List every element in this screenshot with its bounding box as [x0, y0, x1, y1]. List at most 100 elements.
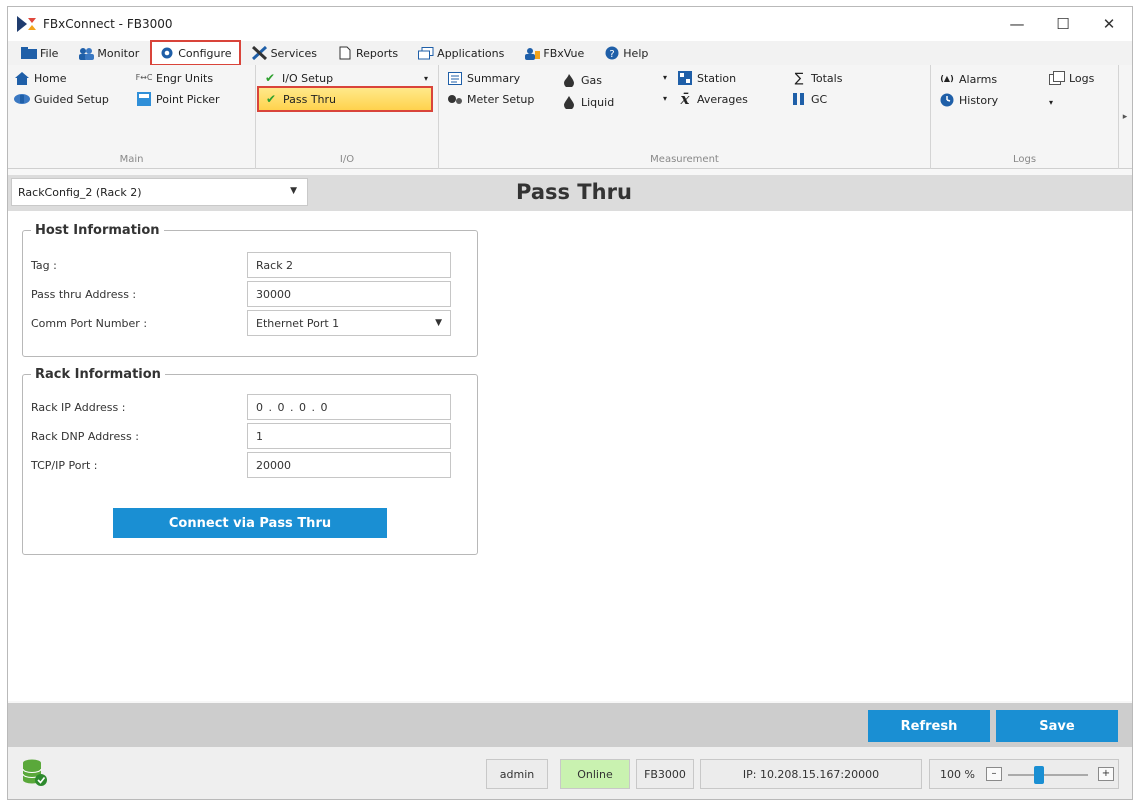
ribbon-history[interactable]: History: [939, 91, 998, 109]
ribbon-group-main: Home Guided Setup F↔C Engr Units Point P…: [8, 65, 256, 169]
menu-file[interactable]: File: [14, 42, 65, 64]
connect-via-pass-thru-button[interactable]: Connect via Pass Thru: [113, 508, 387, 538]
ribbon-gas[interactable]: Gas: [561, 71, 602, 89]
menu-configure[interactable]: Configure: [150, 40, 241, 66]
status-ip: IP: 10.208.15.167:20000: [700, 759, 922, 789]
zoom-slider-track[interactable]: [1008, 774, 1088, 776]
ribbon-guided-setup-label: Guided Setup: [34, 92, 109, 106]
ribbon-history-label: History: [959, 93, 999, 107]
status-user: admin: [486, 759, 548, 789]
ribbon-gc[interactable]: GC: [791, 90, 827, 108]
guided-setup-icon: [14, 92, 30, 106]
zoom-out-button[interactable]: –: [986, 767, 1002, 781]
summary-icon: [447, 71, 463, 85]
chevron-down-icon: ▼: [290, 186, 297, 196]
save-button[interactable]: Save: [996, 710, 1118, 742]
ribbon-liquid-label: Liquid: [581, 95, 615, 109]
ribbon-engr-units-label: Engr Units: [156, 71, 214, 85]
zoom-control: 100 % – +: [929, 759, 1119, 789]
pass-thru-address-row: Pass thru Address : 30000: [31, 281, 451, 307]
tcp-port-input[interactable]: 20000: [247, 452, 451, 478]
chevron-down-icon: ▾: [424, 73, 429, 83]
menu-reports[interactable]: Reports: [330, 42, 405, 64]
menu-bar: File Monitor Configure Services Reports: [8, 40, 1132, 66]
ribbon: Home Guided Setup F↔C Engr Units Point P…: [8, 65, 1132, 169]
ribbon-logs-dropdown[interactable]: ▾: [1049, 93, 1053, 111]
ribbon-meter-setup[interactable]: Meter Setup: [447, 90, 534, 108]
ribbon-totals[interactable]: ∑ Totals: [791, 69, 843, 87]
rack-information-legend: Rack Information: [35, 367, 161, 382]
app-window: FBxConnect - FB3000 — ☐ ✕ File Monitor C…: [7, 6, 1133, 800]
ribbon-alarms-label: Alarms: [959, 72, 998, 86]
rack-ip-input[interactable]: 0 . 0 . 0 . 0: [247, 394, 451, 420]
menu-fbxvue[interactable]: FBxVue: [517, 42, 591, 64]
zoom-in-button[interactable]: +: [1098, 767, 1114, 781]
status-device: FB3000: [636, 759, 694, 789]
ribbon-guided-setup[interactable]: Guided Setup: [14, 90, 109, 108]
ribbon-logs[interactable]: Logs: [1049, 69, 1094, 87]
ribbon-liquid[interactable]: Liquid: [561, 93, 614, 111]
sigma-icon: ∑: [794, 70, 804, 86]
tcp-port-value: 20000: [256, 458, 291, 472]
menu-services[interactable]: Services: [245, 42, 324, 64]
chevron-down-icon: ▾: [662, 94, 667, 103]
menu-file-label: File: [40, 46, 59, 60]
droplet-icon: [561, 95, 577, 109]
window-title: FBxConnect - FB3000: [43, 17, 173, 31]
ribbon-station-label: Station: [697, 71, 737, 85]
pass-thru-address-input[interactable]: 30000: [247, 281, 451, 307]
ribbon-engr-units[interactable]: F↔C Engr Units: [136, 69, 213, 87]
rack-dnp-label: Rack DNP Address :: [31, 429, 139, 443]
minimize-button[interactable]: —: [994, 7, 1040, 41]
rack-ip-row: Rack IP Address : 0 . 0 . 0 . 0: [31, 394, 451, 420]
ribbon-summary[interactable]: Summary: [447, 69, 520, 87]
status-connection: Online: [560, 759, 630, 789]
comm-port-label: Comm Port Number :: [31, 316, 148, 330]
comm-port-row: Comm Port Number : Ethernet Port 1 ▼: [31, 310, 451, 336]
rack-dnp-value: 1: [256, 429, 263, 443]
ribbon-group-logs-label: Logs: [1012, 154, 1037, 165]
help-icon: ?: [604, 46, 620, 60]
zoom-slider-thumb[interactable]: [1034, 766, 1044, 784]
status-bar: admin Online FB3000 IP: 10.208.15.167:20…: [8, 747, 1132, 799]
ribbon-totals-label: Totals: [811, 71, 843, 85]
folder-icon: [21, 46, 37, 60]
content-body: Host Information Tag : Rack 2 Pass thru …: [8, 211, 1132, 701]
menu-monitor[interactable]: Monitor: [71, 42, 146, 64]
rack-ip-label: Rack IP Address :: [31, 400, 126, 414]
menu-applications[interactable]: Applications: [411, 42, 511, 64]
ribbon-scroll-right[interactable]: ▸: [1118, 65, 1132, 169]
chevron-down-icon: ▾: [1049, 97, 1054, 107]
menu-fbxvue-label: FBxVue: [543, 46, 585, 60]
ribbon-point-picker[interactable]: Point Picker: [136, 90, 220, 108]
ribbon-gas-label: Gas: [581, 73, 602, 87]
tcp-port-label: TCP/IP Port :: [31, 458, 98, 472]
ribbon-home[interactable]: Home: [14, 69, 66, 87]
ribbon-station[interactable]: ▾ Station: [657, 69, 736, 87]
comm-port-value: Ethernet Port 1: [256, 316, 340, 330]
maximize-button[interactable]: ☐: [1040, 7, 1086, 41]
ribbon-gc-label: GC: [811, 92, 828, 106]
tcp-port-row: TCP/IP Port : 20000: [31, 452, 451, 478]
menu-monitor-label: Monitor: [97, 46, 140, 60]
ribbon-averages-label: Averages: [697, 92, 748, 106]
comm-port-select[interactable]: Ethernet Port 1 ▼: [247, 310, 451, 336]
tag-value: Rack 2: [256, 258, 294, 272]
database-connected-icon: [22, 759, 47, 787]
ribbon-averages[interactable]: ▾ x̄ Averages: [657, 90, 748, 108]
zoom-level: 100 %: [940, 768, 975, 781]
tag-input[interactable]: Rack 2: [247, 252, 451, 278]
ribbon-pass-thru[interactable]: ✔ Pass Thru: [257, 86, 433, 112]
app-logo-icon: [17, 16, 37, 32]
content-header: RackConfig_2 (Rack 2) ▼ Pass Thru: [8, 175, 1132, 211]
menu-help[interactable]: ? Help: [597, 42, 655, 64]
close-button[interactable]: ✕: [1086, 7, 1132, 41]
ribbon-io-setup-dropdown[interactable]: ▾: [424, 69, 428, 87]
gear-icon: [159, 46, 175, 60]
ribbon-io-setup[interactable]: ✔ I/O Setup: [262, 69, 333, 87]
rack-config-select[interactable]: RackConfig_2 (Rack 2) ▼: [11, 178, 308, 206]
ribbon-pass-thru-label: Pass Thru: [283, 92, 337, 106]
rack-dnp-input[interactable]: 1: [247, 423, 451, 449]
ribbon-alarms[interactable]: (▲) Alarms: [939, 70, 997, 88]
refresh-button[interactable]: Refresh: [868, 710, 990, 742]
